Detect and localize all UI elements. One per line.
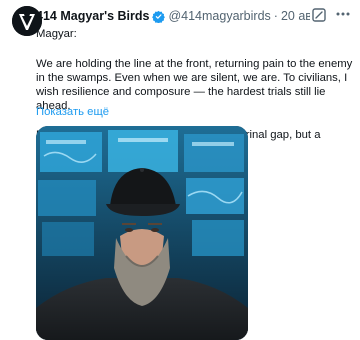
- author-name[interactable]: 414 Magyar's Birds: [36, 9, 149, 23]
- tweet-paragraph: We are holding the line at the front, re…: [36, 58, 353, 112]
- show-more-link[interactable]: Показать ещё: [36, 106, 109, 118]
- tweet-paragraph: Magyar:: [36, 28, 77, 40]
- author-handle[interactable]: @414magyarbirds: [168, 9, 270, 23]
- photo-portrait: [36, 126, 248, 340]
- verified-badge-icon: [152, 10, 166, 23]
- tweet-header: 414 Magyar's Birds @414magyarbirds · 20 …: [36, 7, 310, 25]
- grok-icon[interactable]: [311, 7, 327, 23]
- more-options-icon[interactable]: [335, 6, 351, 22]
- tweet-media-photo[interactable]: [36, 126, 248, 340]
- tweet-date[interactable]: 20 авг.: [281, 9, 310, 23]
- header-separator: ·: [273, 9, 278, 23]
